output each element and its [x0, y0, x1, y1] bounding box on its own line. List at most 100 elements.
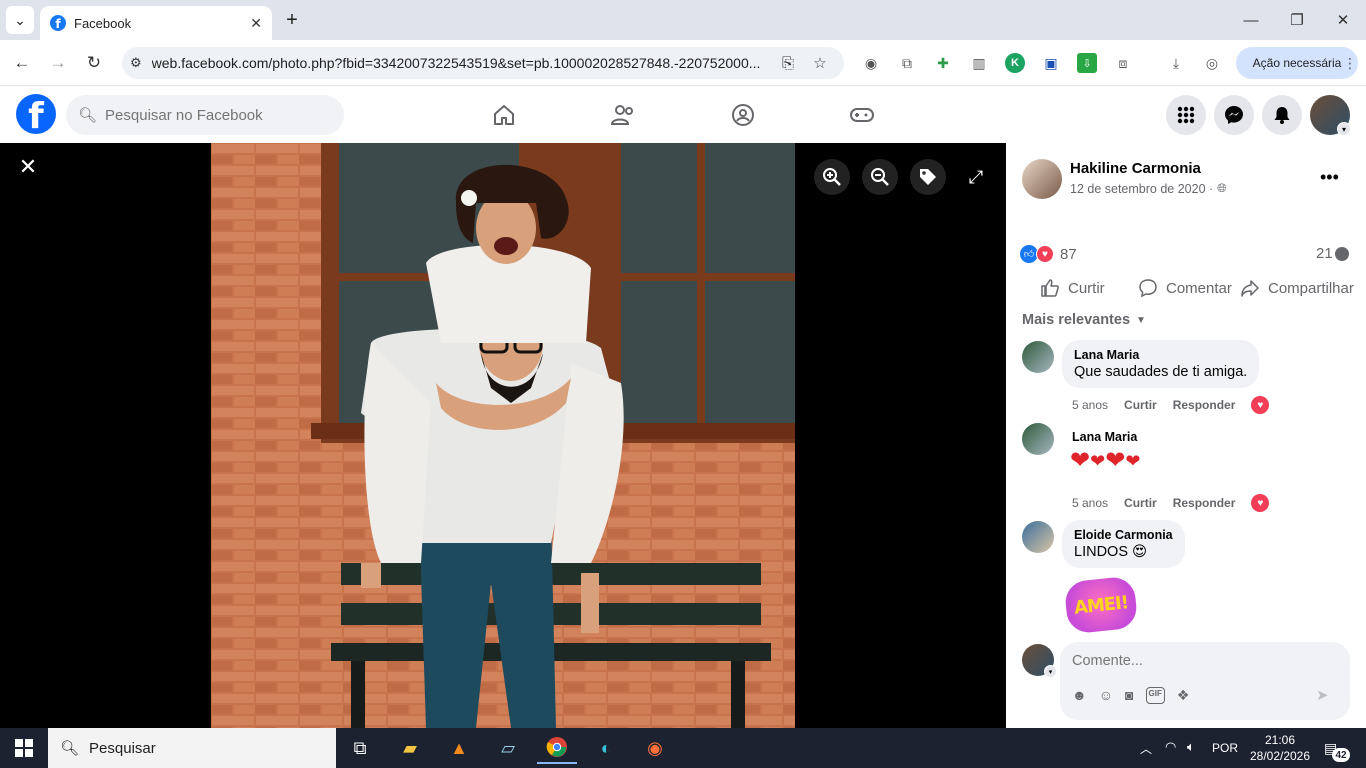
- comment-bubble-icon: [1334, 246, 1349, 261]
- chrome-icon[interactable]: [537, 732, 577, 764]
- tab-facebook[interactable]: f Facebook ✕: [40, 6, 272, 40]
- comments-summary[interactable]: 21: [1316, 245, 1349, 262]
- reload-icon[interactable]: ↻: [80, 49, 108, 77]
- restore-icon[interactable]: ❐: [1274, 6, 1320, 34]
- clock[interactable]: 21:06 28/02/2026: [1248, 732, 1312, 764]
- download-extension-icon[interactable]: ⇩: [1077, 53, 1097, 73]
- browser-toolbar: ← → ↻ ⚙ web.facebook.com/photo.php?fbid=…: [0, 40, 1366, 86]
- comment-input[interactable]: [1072, 650, 1332, 672]
- commenter-name[interactable]: Lana Maria: [1072, 430, 1137, 444]
- comment-time[interactable]: 5 anos: [1072, 398, 1108, 412]
- save-extension-icon[interactable]: ▣: [1041, 53, 1061, 73]
- notifications-count-badge: 42: [1332, 748, 1350, 762]
- zoom-out-icon[interactable]: [862, 159, 898, 195]
- facebook-logo-icon[interactable]: f: [16, 94, 56, 134]
- author-avatar[interactable]: [1022, 159, 1062, 199]
- close-window-icon[interactable]: ✕: [1320, 6, 1366, 34]
- forward-arrow-icon[interactable]: →: [44, 49, 72, 77]
- emoji-icon[interactable]: ☺: [1099, 687, 1113, 704]
- comment-reply-button[interactable]: Responder: [1173, 496, 1236, 510]
- address-bar[interactable]: ⚙ web.facebook.com/photo.php?fbid=334200…: [122, 47, 844, 79]
- install-app-icon[interactable]: ⎘: [778, 53, 798, 73]
- share-label: Compartilhar: [1268, 279, 1354, 297]
- home-icon[interactable]: [449, 95, 559, 135]
- minimize-icon[interactable]: —: [1228, 6, 1274, 34]
- avatar-sticker-icon[interactable]: ☻: [1072, 687, 1087, 704]
- like-button[interactable]: Curtir: [1040, 276, 1105, 300]
- trash-extension-icon[interactable]: ▥: [969, 53, 989, 73]
- extensions-puzzle-icon[interactable]: ⧈: [1113, 53, 1133, 73]
- groups-icon[interactable]: [688, 95, 798, 135]
- avatar-chevron-down-icon[interactable]: ▾: [1044, 665, 1057, 678]
- comment-composer[interactable]: ☻ ☺ ◙ GIF ❖ ➤: [1060, 642, 1350, 720]
- messenger-icon[interactable]: [1214, 95, 1254, 135]
- gaming-icon[interactable]: [807, 95, 917, 135]
- task-view-icon[interactable]: ⧉: [340, 732, 380, 764]
- author-name[interactable]: Hakiline Carmonia: [1070, 160, 1201, 177]
- send-icon[interactable]: ➤: [1316, 686, 1329, 704]
- friends-icon[interactable]: [568, 95, 678, 135]
- account-chevron-down-icon[interactable]: ▾: [1337, 122, 1351, 136]
- sort-comments-dropdown[interactable]: Mais relevantes ▼: [1022, 312, 1146, 328]
- like-label: Curtir: [1068, 279, 1105, 297]
- facebook-search[interactable]: 🔍︎: [66, 95, 344, 135]
- post-date[interactable]: 12 de setembro de 2020 ·: [1070, 182, 1213, 196]
- more-options-dots-icon[interactable]: •••: [1320, 167, 1339, 188]
- plus-extension-icon[interactable]: ✚: [933, 53, 953, 73]
- notes-app-icon[interactable]: ▱: [488, 732, 528, 764]
- sticker-icon[interactable]: ❖: [1177, 687, 1190, 704]
- commenter-avatar[interactable]: [1022, 423, 1054, 455]
- volume-icon[interactable]: 🔈︎: [1187, 739, 1195, 755]
- sort-label: Mais relevantes: [1022, 312, 1131, 328]
- tab-search-chevron-down-icon[interactable]: ⌄: [6, 6, 34, 34]
- camera-icon[interactable]: ◙: [1125, 687, 1133, 704]
- commenter-name[interactable]: Lana Maria: [1074, 348, 1247, 362]
- edge-icon[interactable]: ◐: [586, 732, 626, 764]
- gif-icon[interactable]: GIF: [1145, 687, 1165, 704]
- wifi-icon[interactable]: ◠: [1165, 739, 1176, 755]
- menu-dots-icon[interactable]: ⋮: [1340, 53, 1360, 73]
- site-settings-icon[interactable]: ⚙: [130, 55, 142, 71]
- reactions-summary[interactable]: 👍︎ ♥ 87: [1020, 245, 1077, 263]
- share-button[interactable]: Compartilhar: [1240, 276, 1354, 300]
- commenter-avatar[interactable]: [1022, 521, 1054, 553]
- back-arrow-icon[interactable]: ←: [8, 49, 36, 77]
- comment-button[interactable]: Comentar: [1138, 276, 1232, 300]
- love-reaction-icon[interactable]: ♥: [1251, 494, 1270, 512]
- firefox-icon[interactable]: ◉: [635, 732, 675, 764]
- tag-icon[interactable]: [910, 159, 946, 195]
- windows-start-icon[interactable]: [4, 732, 44, 764]
- tab-close-icon[interactable]: ✕: [250, 15, 262, 32]
- new-tab-plus-icon[interactable]: +: [278, 6, 306, 34]
- copy-extension-icon[interactable]: ⧉: [897, 53, 917, 73]
- thumbs-up-icon: [1041, 279, 1059, 297]
- taskbar-search[interactable]: 🔍︎ Pesquisar: [48, 728, 336, 768]
- notifications-bell-icon[interactable]: [1262, 95, 1302, 135]
- comment-icon: [1139, 279, 1157, 298]
- vlc-icon[interactable]: ▲: [439, 732, 479, 764]
- search-input[interactable]: [105, 106, 326, 124]
- amei-sticker[interactable]: AMEI!: [1063, 575, 1139, 635]
- comment-time[interactable]: 5 anos: [1072, 496, 1108, 510]
- photo-viewer: ✕ ⤢: [0, 143, 1006, 728]
- bookmark-star-icon[interactable]: ☆: [810, 53, 830, 73]
- comment-like-button[interactable]: Curtir: [1124, 398, 1157, 412]
- commenter-avatar[interactable]: [1022, 341, 1054, 373]
- fullscreen-icon[interactable]: ⤢: [958, 159, 994, 195]
- comment-reply-button[interactable]: Responder: [1173, 398, 1236, 412]
- k-extension-icon[interactable]: K: [1005, 53, 1025, 73]
- show-hidden-icons-chevron-icon[interactable]: ︿: [1140, 740, 1152, 757]
- downloads-icon[interactable]: ⤓: [1166, 53, 1186, 73]
- menu-grid-icon[interactable]: [1166, 95, 1206, 135]
- profile-icon[interactable]: ◎: [1202, 53, 1222, 73]
- love-reaction-icon[interactable]: ♥: [1251, 396, 1270, 414]
- language-indicator[interactable]: POR: [1212, 741, 1238, 755]
- camera-extension-icon[interactable]: ◉: [861, 53, 881, 73]
- zoom-in-icon[interactable]: [814, 159, 850, 195]
- post-photo[interactable]: [211, 143, 795, 728]
- file-explorer-icon[interactable]: ▰: [390, 732, 430, 764]
- tab-title: Facebook: [74, 15, 132, 31]
- commenter-name[interactable]: Eloide Carmonia: [1074, 528, 1173, 542]
- close-viewer-icon[interactable]: ✕: [10, 149, 46, 185]
- comment-like-button[interactable]: Curtir: [1124, 496, 1157, 510]
